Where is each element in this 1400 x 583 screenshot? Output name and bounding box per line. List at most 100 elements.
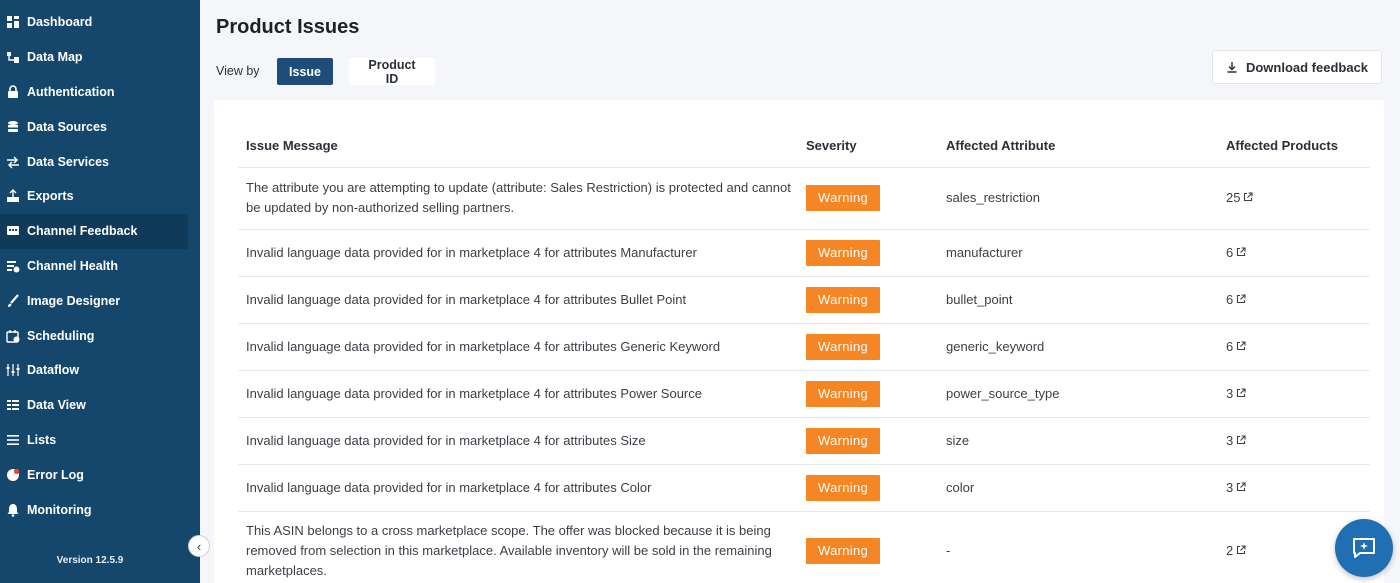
chat-button[interactable]: [1335, 519, 1393, 577]
affected-products-link[interactable]: 6: [1226, 243, 1246, 263]
sidebar: Dashboard Data Map Authentication Data Sour…: [0, 0, 200, 583]
sidebar-item-lists[interactable]: Lists: [0, 423, 200, 458]
bell-icon: [6, 503, 20, 517]
lock-icon: [6, 85, 20, 99]
affected-products-count: 25: [1226, 190, 1241, 205]
download-feedback-label: Download feedback: [1245, 59, 1369, 75]
view-by-product-id-button[interactable]: Product ID: [349, 58, 435, 86]
column-header-affected-products[interactable]: Affected Products: [1218, 124, 1370, 168]
column-header-severity[interactable]: Severity: [798, 124, 938, 168]
error-icon: [6, 468, 20, 482]
data-view-icon: [6, 398, 20, 412]
view-by-label: View by: [216, 64, 260, 78]
download-feedback-button[interactable]: Download feedback: [1212, 50, 1382, 84]
table-row: Invalid language data provided for in ma…: [238, 464, 1370, 512]
export-icon: [6, 189, 20, 203]
affected-products-link[interactable]: 3: [1226, 384, 1246, 404]
issue-message-cell: The attribute you are attempting to upda…: [238, 167, 798, 230]
affected-products-link[interactable]: 2: [1226, 541, 1246, 561]
affected-products-link[interactable]: 6: [1226, 337, 1246, 357]
sidebar-item-authentication[interactable]: Authentication: [0, 75, 200, 110]
sidebar-item-data-sources[interactable]: Data Sources: [0, 109, 200, 144]
external-link-icon: [1236, 541, 1246, 561]
severity-cell: Warning: [798, 370, 938, 418]
affected-attribute-cell: manufacturer: [938, 229, 1218, 277]
sidebar-item-label: Dashboard: [27, 15, 93, 30]
column-header-issue-message[interactable]: Issue Message: [238, 124, 798, 168]
sidebar-item-label: Scheduling: [27, 328, 95, 343]
issue-message-cell: Invalid language data provided for in ma…: [238, 323, 798, 371]
column-header-affected-attribute[interactable]: Affected Attribute: [938, 124, 1218, 168]
sidebar-item-label: Channel Health: [27, 258, 118, 273]
sidebar-item-exports[interactable]: Exports: [0, 179, 200, 214]
table-row: Invalid language data provided for in ma…: [238, 276, 1370, 324]
severity-badge: Warning: [806, 380, 881, 407]
sidebar-item-error-log[interactable]: Error Log: [0, 457, 200, 492]
sidebar-item-label: Data Services: [27, 154, 110, 169]
download-icon: [1227, 62, 1237, 73]
sidebar-item-dashboard[interactable]: Dashboard: [0, 5, 200, 40]
affected-products-count: 2: [1226, 543, 1234, 558]
affected-products-cell: 6: [1218, 229, 1370, 277]
issues-table-body: The attribute you are attempting to upda…: [238, 167, 1370, 583]
affected-products-count: 6: [1226, 244, 1234, 260]
sidebar-nav: Dashboard Data Map Authentication Data Sour…: [0, 0, 200, 527]
sidebar-item-data-view[interactable]: Data View: [0, 388, 200, 423]
issue-message-cell: Invalid language data provided for in ma…: [238, 229, 798, 277]
affected-products-cell: 6: [1218, 323, 1370, 371]
affected-products-cell: 6: [1218, 276, 1370, 324]
table-row: The attribute you are attempting to upda…: [238, 167, 1370, 230]
affected-products-link[interactable]: 6: [1226, 290, 1246, 310]
severity-badge: Warning: [806, 185, 881, 211]
severity-cell: Warning: [798, 511, 938, 583]
external-link-icon: [1236, 431, 1246, 451]
external-link-icon: [1236, 337, 1246, 357]
affected-attribute-cell: bullet_point: [938, 276, 1218, 324]
sidebar-item-image-designer[interactable]: Image Designer: [0, 283, 200, 318]
sidebar-item-monitoring[interactable]: Monitoring: [0, 492, 200, 527]
severity-badge: Warning: [806, 474, 881, 501]
affected-products-link[interactable]: 3: [1226, 478, 1246, 498]
table-row: Invalid language data provided for in ma…: [238, 370, 1370, 418]
feedback-icon: [6, 224, 20, 238]
sidebar-item-label: Data View: [27, 398, 86, 413]
affected-products-cell: 3: [1218, 417, 1370, 465]
view-by-issue-button[interactable]: Issue: [277, 58, 333, 85]
swap-icon: [6, 155, 20, 169]
external-link-icon: [1243, 188, 1254, 208]
issue-message-cell: This ASIN belongs to a cross marketplace…: [238, 511, 798, 583]
sidebar-item-data-services[interactable]: Data Services: [0, 144, 200, 179]
sidebar-item-scheduling[interactable]: Scheduling: [0, 318, 200, 353]
sidebar-item-channel-health[interactable]: Channel Health: [0, 249, 200, 284]
issue-message-cell: Invalid language data provided for in ma…: [238, 417, 798, 465]
sidebar-item-data-map[interactable]: Data Map: [0, 40, 200, 75]
sidebar-item-label: Monitoring: [27, 502, 92, 517]
table-row: Invalid language data provided for in ma…: [238, 417, 1370, 465]
sidebar-item-channel-feedback[interactable]: Channel Feedback: [0, 213, 188, 249]
health-icon: [6, 259, 20, 273]
external-link-icon: [1236, 290, 1246, 310]
severity-badge: Warning: [806, 239, 881, 266]
sidebar-item-label: Data Sources: [27, 119, 107, 134]
external-link-icon: [1236, 478, 1246, 498]
affected-attribute-cell: sales_restriction: [938, 167, 1218, 230]
severity-cell: Warning: [798, 323, 938, 371]
issue-message-cell: Invalid language data provided for in ma…: [238, 370, 798, 418]
main-content: Product Issues View by Issue Product ID …: [200, 0, 1400, 583]
severity-badge: Warning: [806, 538, 881, 564]
affected-attribute-cell: -: [938, 511, 1218, 583]
affected-products-cell: 3: [1218, 370, 1370, 418]
sidebar-item-label: Image Designer: [27, 293, 121, 308]
affected-attribute-cell: generic_keyword: [938, 323, 1218, 371]
severity-cell: Warning: [798, 464, 938, 512]
sidebar-item-dataflow[interactable]: Dataflow: [0, 353, 200, 388]
affected-attribute-cell: color: [938, 464, 1218, 512]
affected-products-link[interactable]: 3: [1226, 431, 1246, 451]
affected-products-count: 6: [1226, 291, 1234, 307]
affected-products-link[interactable]: 25: [1226, 188, 1254, 208]
brush-icon: [6, 294, 20, 308]
severity-cell: Warning: [798, 417, 938, 465]
sidebar-item-label: Exports: [27, 189, 74, 204]
severity-cell: Warning: [798, 167, 938, 230]
database-icon: [6, 120, 20, 134]
